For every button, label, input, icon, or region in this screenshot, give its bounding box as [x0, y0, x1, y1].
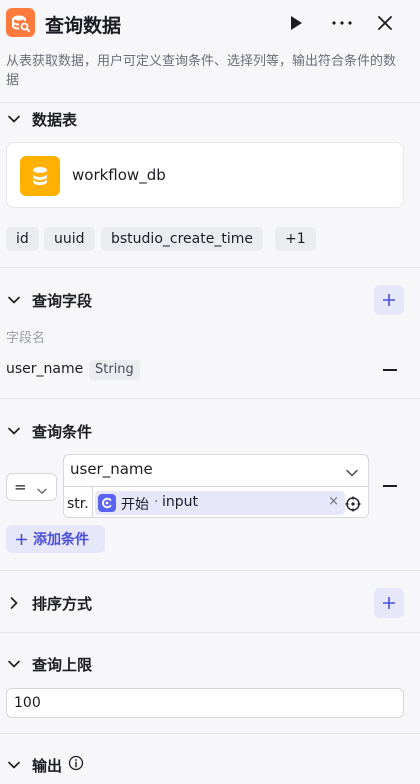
divider	[0, 398, 420, 399]
divider	[0, 733, 420, 734]
operator-select[interactable]: =	[6, 473, 57, 501]
section-table-header[interactable]: 数据表	[6, 107, 77, 131]
column-chip: uuid	[44, 227, 95, 251]
plus-icon	[383, 597, 395, 609]
field-type-tag: String	[89, 360, 140, 380]
chevron-down-icon	[6, 656, 22, 672]
start-node-icon	[98, 494, 116, 512]
remove-field-button[interactable]	[383, 369, 397, 371]
column-chip: id	[6, 227, 39, 251]
section-table-label: 数据表	[32, 110, 78, 129]
add-condition-button[interactable]: 添加条件	[6, 525, 105, 553]
reference-node-name: 开始	[121, 497, 149, 513]
add-sort-button[interactable]	[374, 588, 404, 618]
chevron-down-icon	[6, 292, 22, 308]
chevron-down-icon	[6, 757, 22, 773]
chevron-down-icon	[6, 423, 22, 439]
plus-icon	[16, 533, 27, 545]
chevron-down-icon	[37, 483, 47, 499]
chevron-down-icon	[6, 111, 22, 127]
section-sort-header[interactable]: 排序方式	[6, 591, 92, 615]
add-condition-label: 添加条件	[33, 532, 89, 548]
variable-picker-icon[interactable]	[345, 496, 361, 516]
section-fields-header[interactable]: 查询字段	[6, 288, 92, 312]
section-output-label: 输出	[32, 756, 63, 775]
operator-value: =	[14, 478, 27, 496]
column-chip: bstudio_create_time	[101, 227, 263, 251]
divider	[0, 570, 420, 571]
divider	[0, 632, 420, 633]
divider	[0, 267, 420, 268]
reference-variable-name: input	[162, 494, 199, 510]
node-header: 查询数据	[0, 0, 420, 46]
condition-box: user_name str. 开始 · input ×	[63, 454, 369, 518]
divider	[0, 102, 420, 103]
field-name: user_name	[6, 361, 84, 377]
section-sort-label: 排序方式	[32, 594, 93, 613]
section-fields-label: 查询字段	[32, 291, 93, 310]
section-output-header[interactable]: 输出	[6, 753, 84, 777]
divider	[64, 486, 368, 487]
condition-field-select[interactable]: user_name	[70, 460, 153, 478]
section-limit-header[interactable]: 查询上限	[6, 652, 92, 676]
database-query-icon	[6, 8, 35, 37]
query-limit-input[interactable]: 100	[6, 688, 404, 718]
divider	[92, 487, 93, 518]
add-field-button[interactable]	[374, 285, 404, 315]
node-description: 从表获取数据，用户可定义查询条件、选择列等，输出符合条件的数据	[6, 54, 397, 88]
column-more-chip[interactable]: +1	[275, 227, 316, 251]
more-icon[interactable]	[329, 10, 355, 36]
reference-separator: ·	[154, 494, 159, 510]
run-icon[interactable]	[283, 10, 309, 36]
variable-reference-pill[interactable]: 开始 · input ×	[95, 491, 345, 515]
info-icon[interactable]	[68, 755, 84, 775]
field-name-caption: 字段名	[6, 331, 46, 346]
chevron-down-icon[interactable]	[346, 465, 358, 481]
node-title: 查询数据	[45, 15, 122, 37]
close-icon[interactable]	[372, 10, 398, 36]
plus-icon	[383, 294, 395, 306]
database-card[interactable]: workflow_db	[6, 142, 404, 208]
section-conditions-header[interactable]: 查询条件	[6, 419, 92, 443]
remove-condition-button[interactable]	[383, 485, 397, 487]
section-conditions-label: 查询条件	[32, 422, 93, 441]
clear-icon[interactable]: ×	[328, 494, 339, 509]
chevron-right-icon	[6, 595, 22, 611]
database-icon	[20, 156, 60, 196]
value-type-label[interactable]: str.	[67, 496, 89, 512]
database-name: workflow_db	[72, 166, 166, 184]
section-limit-label: 查询上限	[32, 655, 93, 674]
